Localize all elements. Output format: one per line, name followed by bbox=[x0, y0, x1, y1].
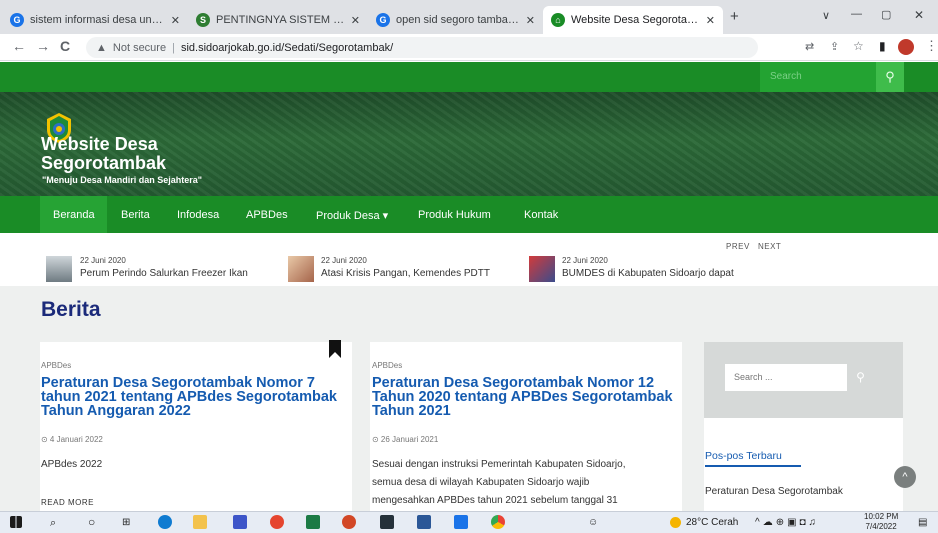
post-title[interactable]: Peraturan Desa Segorotambak Nomor 12 Tah… bbox=[372, 376, 682, 419]
post-excerpt: APBdes 2022 bbox=[41, 459, 103, 470]
post-category[interactable]: APBDes bbox=[41, 361, 71, 370]
browser-tab[interactable]: ⌂ Website Desa Segorotambak ✕ bbox=[543, 6, 723, 34]
page-title: Berita bbox=[41, 298, 101, 321]
security-label: Not secure bbox=[112, 41, 167, 54]
close-window-button[interactable]: ✕ bbox=[914, 8, 924, 22]
post-card bbox=[40, 342, 352, 511]
favicon-icon: ⌂ bbox=[551, 13, 565, 27]
address-bar[interactable]: ▲ Not secure | sid.sidoarjokab.go.id/Sed… bbox=[86, 37, 758, 58]
recent-post-link[interactable]: Peraturan Desa Segorotambak bbox=[705, 486, 843, 497]
excel-icon[interactable] bbox=[306, 515, 320, 529]
menu-item-kontak[interactable]: Kontak bbox=[524, 209, 558, 221]
ticker-title[interactable]: Perum Perindo Salurkan Freezer Ikan bbox=[80, 268, 248, 279]
search-icon[interactable]: ⚲ bbox=[847, 364, 874, 391]
file-explorer-icon[interactable] bbox=[193, 515, 207, 529]
minimize-button[interactable]: — bbox=[851, 8, 862, 20]
profile-avatar[interactable] bbox=[898, 39, 914, 55]
weather-text[interactable]: 28°C Cerah bbox=[686, 517, 738, 528]
menu-item-beranda[interactable]: Beranda bbox=[53, 209, 95, 221]
read-more-link[interactable]: READ MORE bbox=[41, 498, 94, 507]
menu-item-infodesa[interactable]: Infodesa bbox=[177, 209, 219, 221]
back-to-top-button[interactable]: ^ bbox=[894, 466, 916, 488]
menu-item-apbdes[interactable]: APBDes bbox=[246, 209, 288, 221]
powerpoint-icon[interactable] bbox=[342, 515, 356, 529]
share-icon[interactable]: ⇪ bbox=[830, 40, 839, 53]
favicon-icon: S bbox=[196, 13, 210, 27]
ticker-title[interactable]: Atasi Krisis Pangan, Kemendes PDTT bbox=[321, 268, 490, 279]
search-icon[interactable]: ⌕ bbox=[50, 517, 56, 530]
app-icon[interactable] bbox=[233, 515, 247, 529]
mail-icon[interactable] bbox=[454, 515, 468, 529]
top-search-input[interactable]: Search bbox=[760, 62, 876, 92]
browser-tab[interactable]: Gsistem informasi desa untuk mer ✕ bbox=[2, 6, 188, 34]
notification-icon[interactable]: ▤ bbox=[918, 517, 927, 528]
ticker-thumbnail[interactable] bbox=[529, 256, 555, 282]
chrome-icon[interactable] bbox=[270, 515, 284, 529]
warning-icon: ▲ bbox=[96, 41, 107, 54]
ticker-thumbnail[interactable] bbox=[46, 256, 72, 282]
post-excerpt: Sesuai dengan instruksi Pemerintah Kabup… bbox=[372, 459, 626, 506]
reload-button[interactable]: C bbox=[60, 38, 70, 54]
close-tab-icon[interactable]: ✕ bbox=[171, 14, 180, 27]
edge-icon[interactable] bbox=[158, 515, 172, 529]
recent-posts-heading: Pos-pos Terbaru bbox=[705, 450, 782, 462]
heading-underline bbox=[705, 465, 801, 467]
menu-item-berita[interactable]: Berita bbox=[121, 209, 150, 221]
browser-toolbar: ← → C ▲ Not secure | sid.sidoarjokab.go.… bbox=[0, 34, 938, 61]
cortana-icon[interactable]: ○ bbox=[88, 515, 95, 529]
windows-start-icon[interactable] bbox=[10, 516, 22, 528]
bookmark-star-icon[interactable]: ☆ bbox=[853, 39, 864, 53]
forward-button[interactable]: → bbox=[36, 38, 50, 54]
new-tab-button[interactable]: + bbox=[730, 8, 739, 25]
post-category[interactable]: APBDes bbox=[372, 361, 402, 370]
ticker-next-button[interactable]: NEXT bbox=[758, 242, 781, 251]
translate-icon[interactable]: ⇄ bbox=[805, 40, 814, 53]
favicon-icon: G bbox=[10, 13, 24, 27]
menu-item-produk-hukum[interactable]: Produk Hukum bbox=[418, 209, 491, 221]
close-tab-icon[interactable]: ✕ bbox=[526, 14, 535, 27]
browser-tab[interactable]: Gopen sid segoro tambak - Googl ✕ bbox=[368, 6, 543, 34]
sidebar-search-input[interactable]: Search ... bbox=[725, 364, 847, 391]
post-date: ⊙ 26 Januari 2021 bbox=[372, 435, 439, 444]
site-title[interactable]: Website Desa Segorotambak bbox=[41, 135, 166, 173]
tab-title: Website Desa Segorotambak bbox=[571, 14, 700, 26]
restore-button[interactable]: ▢ bbox=[881, 8, 891, 21]
ticker-title[interactable]: BUMDES di Kabupaten Sidoarjo dapat bbox=[562, 268, 734, 279]
menu-kebab-icon[interactable]: ⋮ bbox=[925, 38, 938, 54]
favicon-icon: G bbox=[376, 13, 390, 27]
divider: | bbox=[172, 41, 175, 54]
site-tagline: "Menuju Desa Mandiri dan Sejahtera" bbox=[42, 175, 203, 185]
clock[interactable]: 10:02 PM 7/4/2022 bbox=[864, 512, 898, 532]
post-date: ⊙ 4 Januari 2022 bbox=[41, 435, 103, 444]
tab-title: PENTINGNYA SISTEM INFORMA bbox=[216, 14, 345, 26]
browser-tab[interactable]: S PENTINGNYA SISTEM INFORMA ✕ bbox=[188, 6, 368, 34]
ticker-date: 22 Juni 2020 bbox=[321, 256, 367, 265]
chrome-icon[interactable] bbox=[491, 515, 505, 529]
tab-title: open sid segoro tambak - Googl bbox=[396, 14, 520, 26]
back-button[interactable]: ← bbox=[12, 38, 26, 54]
menu-item-produk-desa[interactable]: Produk Desa ▾ bbox=[316, 209, 388, 222]
search-icon[interactable]: ⚲ bbox=[876, 62, 904, 92]
people-icon[interactable]: ☺ bbox=[588, 517, 598, 528]
ticker-controls: PREV NEXT bbox=[726, 242, 781, 251]
bookmark-icon[interactable] bbox=[328, 340, 342, 358]
tab-search-icon[interactable]: ∨ bbox=[822, 9, 830, 22]
ticker-thumbnail[interactable] bbox=[288, 256, 314, 282]
ticker-prev-button[interactable]: PREV bbox=[726, 242, 750, 251]
ticker-date: 22 Juni 2020 bbox=[562, 256, 608, 265]
close-tab-icon[interactable]: ✕ bbox=[706, 14, 715, 27]
task-view-icon[interactable]: ⊞ bbox=[122, 517, 130, 528]
weather-icon bbox=[670, 517, 681, 528]
system-tray-icons[interactable]: ^☁⊕▣◘♫ bbox=[755, 517, 819, 528]
ticker-date: 22 Juni 2020 bbox=[80, 256, 126, 265]
close-tab-icon[interactable]: ✕ bbox=[351, 14, 360, 27]
sidebar-icon[interactable]: ▮ bbox=[879, 39, 886, 53]
app-icon[interactable] bbox=[380, 515, 394, 529]
tab-title: sistem informasi desa untuk mer bbox=[30, 14, 165, 26]
post-title[interactable]: Peraturan Desa Segorotambak Nomor 7 tahu… bbox=[41, 376, 351, 419]
word-icon[interactable] bbox=[417, 515, 431, 529]
url-text: sid.sidoarjokab.go.id/Sedati/Segorotamba… bbox=[180, 41, 394, 54]
